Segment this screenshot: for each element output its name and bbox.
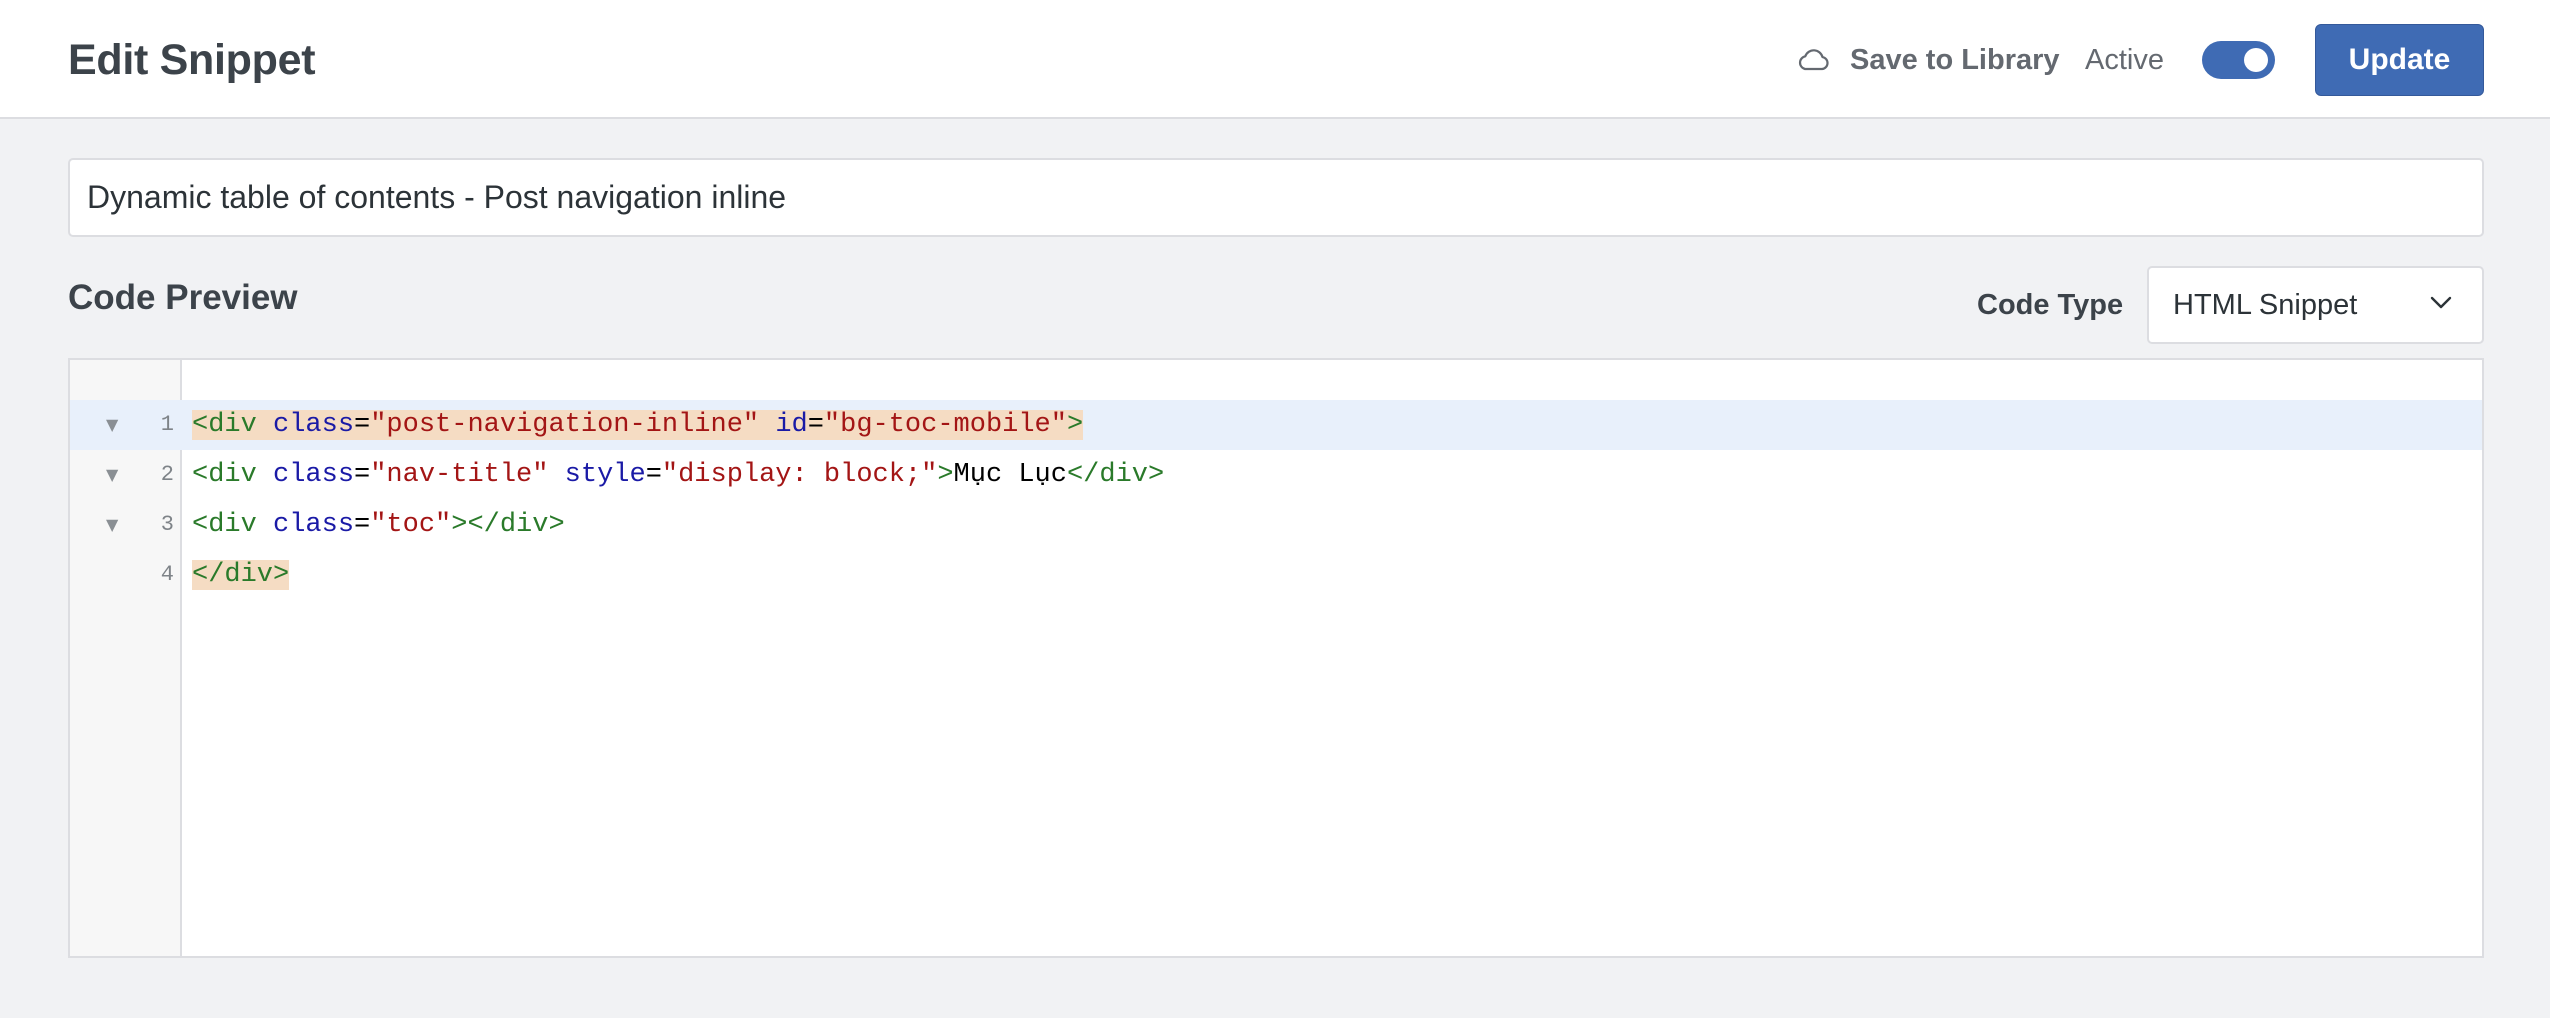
attribute-token: id bbox=[775, 410, 808, 440]
string-token: "display: block;" bbox=[661, 460, 938, 490]
tag-token: </div> bbox=[1066, 460, 1165, 490]
tag-token: > bbox=[1066, 410, 1084, 440]
line-number: 2 bbox=[160, 462, 174, 487]
line-number: 1 bbox=[160, 412, 174, 437]
chevron-down-icon bbox=[2430, 296, 2452, 315]
page-title: Edit Snippet bbox=[68, 36, 316, 84]
code-type-value: HTML Snippet bbox=[2173, 288, 2358, 321]
matched-close-tag: </div> bbox=[192, 560, 290, 590]
code-text: <div class="nav-title" style="display: b… bbox=[192, 450, 1164, 500]
string-token: "nav-title" bbox=[370, 460, 549, 490]
line-number: 4 bbox=[160, 562, 174, 587]
save-to-library-label: Save to Library bbox=[1850, 43, 2060, 76]
active-toggle[interactable] bbox=[2202, 41, 2275, 79]
string-token: "bg-toc-mobile" bbox=[823, 410, 1067, 440]
tag-token: <div bbox=[192, 410, 257, 440]
tag-token: > bbox=[937, 460, 954, 490]
equals-token: = bbox=[354, 510, 371, 540]
gutter-cell: ▼ 2 bbox=[70, 450, 180, 500]
code-type-select[interactable]: HTML Snippet bbox=[2147, 266, 2484, 344]
fold-arrow-icon[interactable]: ▼ bbox=[106, 400, 118, 450]
gutter-cell: ▼ 1 bbox=[70, 400, 180, 450]
equals-token: = bbox=[354, 410, 371, 440]
attribute-token: style bbox=[564, 460, 646, 490]
string-token: "toc" bbox=[370, 510, 452, 540]
code-text: <div class="toc"></div> bbox=[192, 500, 565, 550]
active-label: Active bbox=[2085, 44, 2164, 76]
toggle-knob bbox=[2244, 48, 2268, 72]
attribute-token: class bbox=[273, 410, 355, 440]
code-preview-heading: Code Preview bbox=[68, 278, 298, 317]
code-line[interactable]: ▼ 1 <div class="post-navigation-inline" … bbox=[70, 400, 2482, 450]
code-type-label: Code Type bbox=[1977, 289, 2124, 321]
equals-token: = bbox=[645, 460, 662, 490]
matched-open-tag: <div class="post-navigation-inline" id="… bbox=[192, 410, 1084, 440]
gutter-cell: 4 bbox=[70, 550, 180, 600]
tag-token: <div bbox=[192, 510, 257, 540]
text-token: Mục Lục bbox=[953, 460, 1067, 490]
code-line[interactable]: 4 </div> bbox=[70, 550, 2482, 600]
snippet-title-input[interactable] bbox=[68, 158, 2484, 237]
code-lines: ▼ 1 <div class="post-navigation-inline" … bbox=[70, 400, 2482, 600]
code-text: <div class="post-navigation-inline" id="… bbox=[192, 400, 1084, 450]
fold-arrow-icon[interactable]: ▼ bbox=[106, 450, 118, 500]
equals-token: = bbox=[807, 410, 824, 440]
equals-token: = bbox=[354, 460, 371, 490]
attribute-token: class bbox=[273, 510, 355, 540]
tag-token: > bbox=[451, 510, 468, 540]
tag-token: <div bbox=[192, 460, 257, 490]
top-bar: Edit Snippet Save to Library Active Upda… bbox=[0, 0, 2550, 119]
string-token: "post-navigation-inline" bbox=[370, 410, 760, 440]
cloud-icon bbox=[1796, 48, 1830, 72]
gutter-cell: ▼ 3 bbox=[70, 500, 180, 550]
line-number: 3 bbox=[160, 512, 174, 537]
code-line[interactable]: ▼ 3 <div class="toc"></div> bbox=[70, 500, 2482, 550]
attribute-token: class bbox=[273, 460, 355, 490]
update-button[interactable]: Update bbox=[2315, 24, 2484, 96]
fold-arrow-icon[interactable]: ▼ bbox=[106, 500, 118, 550]
tag-token: </div> bbox=[467, 510, 565, 540]
save-to-library-button[interactable]: Save to Library bbox=[1796, 38, 2060, 82]
code-line[interactable]: ▼ 2 <div class="nav-title" style="displa… bbox=[70, 450, 2482, 500]
code-editor[interactable]: ▼ 1 <div class="post-navigation-inline" … bbox=[68, 358, 2484, 958]
code-text: </div> bbox=[192, 550, 290, 600]
